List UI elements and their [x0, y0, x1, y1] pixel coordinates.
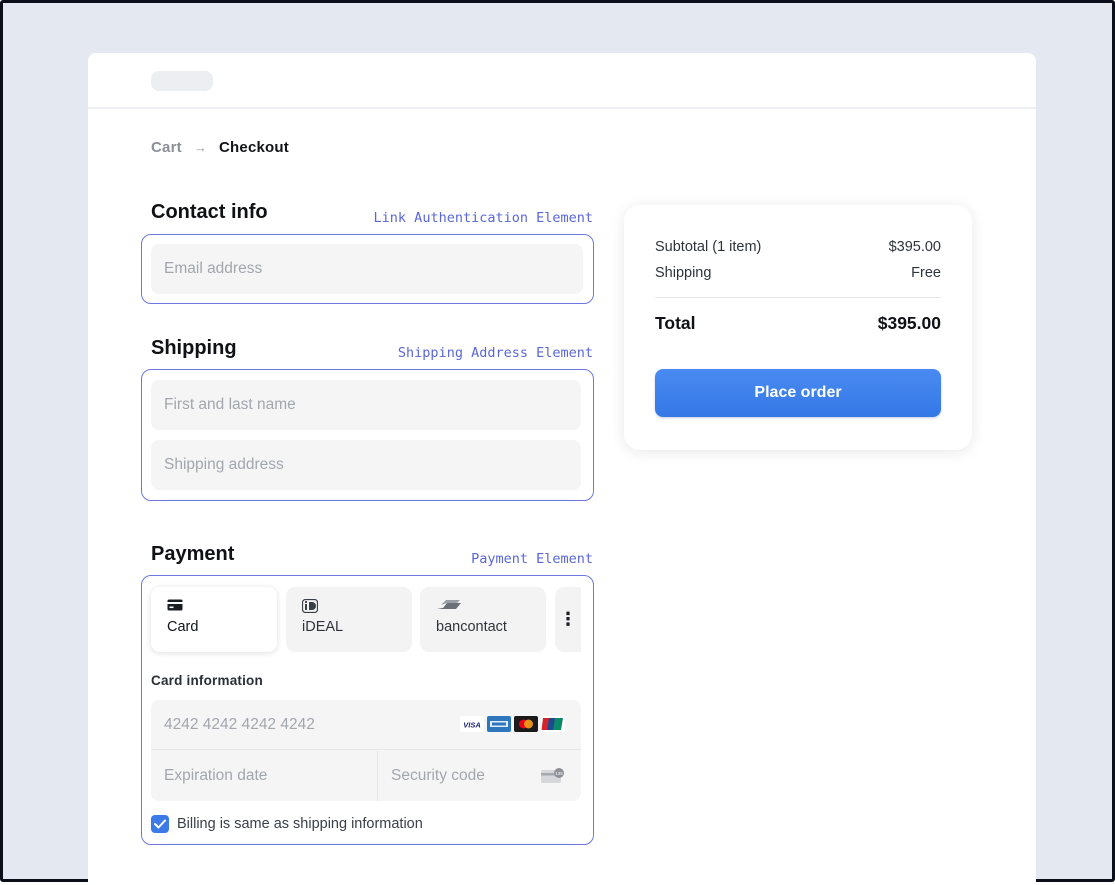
svg-text:VISA: VISA: [463, 721, 481, 730]
tab-card-label: Card: [167, 619, 199, 635]
contact-section-title: Contact info: [151, 201, 268, 223]
tab-ideal[interactable]: iDEAL: [286, 587, 412, 652]
shipping-cost-value: Free: [911, 265, 941, 281]
shipping-section-title: Shipping: [151, 337, 237, 359]
visa-icon: VISA: [460, 716, 484, 732]
link-authentication-label: Link Authentication Element: [373, 210, 593, 226]
svg-text:135: 135: [555, 771, 563, 776]
shipping-address-placeholder: Shipping address: [164, 456, 284, 473]
email-placeholder: Email address: [164, 260, 263, 277]
expiration-placeholder: Expiration date: [164, 767, 268, 784]
tab-ideal-label: iDEAL: [302, 619, 344, 635]
security-code-placeholder: Security code: [391, 767, 485, 784]
shipping-cost-label: Shipping: [655, 265, 712, 281]
shipping-address-field[interactable]: Shipping address: [151, 440, 581, 490]
tab-bancontact[interactable]: bancontact: [420, 587, 546, 652]
place-order-button[interactable]: Place order: [655, 369, 941, 417]
payment-section-title: Payment: [151, 543, 235, 565]
billing-same-as-shipping[interactable]: Billing is same as shipping information: [151, 815, 423, 833]
tab-bancontact-label: bancontact: [436, 619, 507, 635]
breadcrumb: Cart → Checkout: [151, 137, 289, 157]
subtotal-value: $395.00: [888, 239, 941, 255]
card-icon: [167, 599, 277, 615]
link-authentication-element: Email address: [141, 234, 594, 304]
total-value: $395.00: [877, 313, 941, 333]
tab-card[interactable]: Card: [151, 587, 277, 652]
card-number-field[interactable]: 4242 4242 4242 4242 VISA: [151, 700, 581, 750]
payment-element: Card iDEAL bancontact ⋮ Card information…: [141, 575, 594, 845]
top-bar: [88, 53, 1036, 109]
card-brands: VISA: [460, 716, 565, 732]
summary-divider: [655, 297, 941, 298]
card-information-label: Card information: [151, 673, 263, 688]
email-field[interactable]: Email address: [151, 244, 583, 294]
total-label: Total: [655, 313, 696, 333]
window-frame: Cart → Checkout Contact info Link Authen…: [0, 0, 1115, 885]
amex-icon: [487, 716, 511, 732]
shipping-address-element: First and last name Shipping address: [141, 369, 594, 501]
cvc-card-icon: 135: [541, 768, 564, 783]
billing-label: Billing is same as shipping information: [177, 816, 423, 832]
billing-checkbox[interactable]: [151, 815, 169, 833]
expiration-date-field[interactable]: Expiration date: [151, 751, 378, 801]
name-placeholder: First and last name: [164, 396, 296, 413]
subtotal-row: Subtotal (1 item) $395.00: [655, 239, 941, 255]
shipping-cost-row: Shipping Free: [655, 265, 941, 281]
card-number-placeholder: 4242 4242 4242 4242: [164, 715, 315, 733]
breadcrumb-cart-link[interactable]: Cart: [151, 139, 182, 156]
payment-element-label: Payment Element: [471, 551, 593, 567]
bancontact-icon: [436, 599, 546, 615]
ideal-icon: [301, 598, 412, 615]
checkout-page: Cart → Checkout Contact info Link Authen…: [88, 53, 1036, 885]
card-input-group: 4242 4242 4242 4242 VISA Expiration date…: [151, 700, 581, 801]
logo-placeholder[interactable]: [151, 71, 213, 91]
shipping-address-label: Shipping Address Element: [397, 345, 593, 361]
unionpay-icon: [541, 716, 565, 732]
total-row: Total $395.00: [655, 313, 941, 334]
breadcrumb-current: Checkout: [219, 138, 289, 156]
checkmark-icon: [154, 819, 166, 829]
arrow-right-icon: →: [193, 139, 208, 155]
more-vertical-icon[interactable]: ⋮: [555, 587, 581, 652]
order-summary: Subtotal (1 item) $395.00 Shipping Free …: [624, 205, 972, 450]
security-code-field[interactable]: Security code 135: [379, 751, 581, 801]
mastercard-icon: [514, 716, 538, 732]
name-field[interactable]: First and last name: [151, 380, 581, 430]
subtotal-label: Subtotal (1 item): [655, 239, 762, 255]
